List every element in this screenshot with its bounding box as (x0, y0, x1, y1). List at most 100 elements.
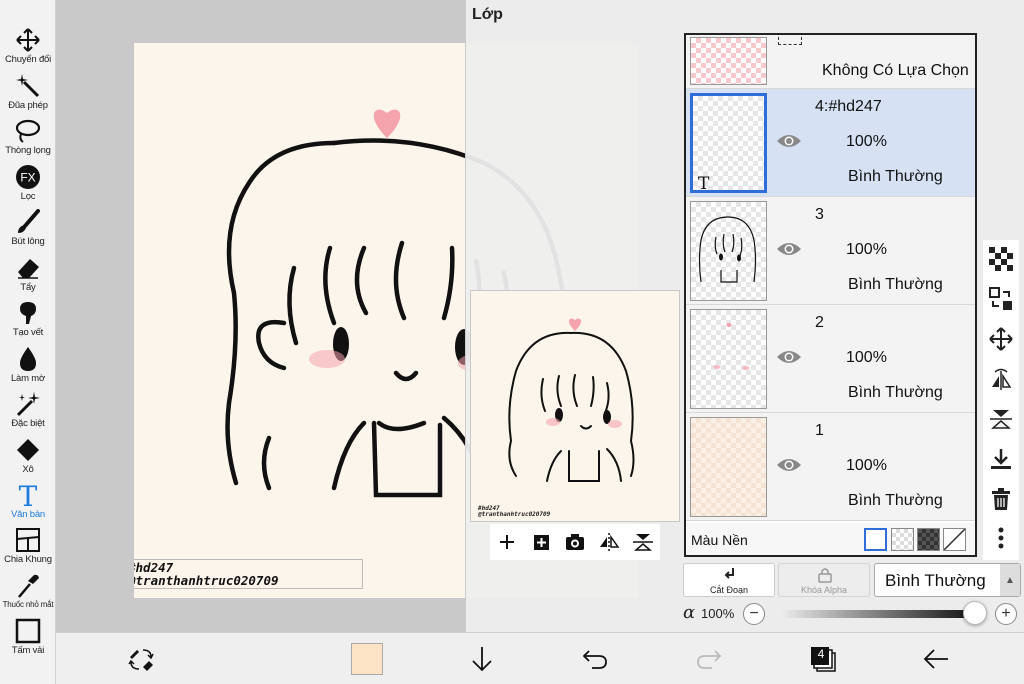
layer-opacity: 100% (846, 241, 887, 258)
blend-mode-select[interactable]: Bình Thường ▲ (874, 563, 1021, 597)
blend-mode-value: Bình Thường (885, 571, 986, 590)
redo-icon (697, 650, 722, 669)
background-color-row: Màu Nền (686, 523, 975, 555)
tool-brush[interactable]: Bút lông (0, 208, 56, 252)
layers-button[interactable]: 4 (807, 643, 839, 675)
flip-vertical-icon[interactable] (631, 530, 655, 554)
tool-bucket[interactable]: Xô (0, 436, 56, 480)
opacity-slider-knob[interactable] (963, 601, 987, 625)
redo-button[interactable] (693, 643, 725, 675)
tool-special[interactable]: Đặc biệt (0, 390, 56, 434)
flip-horizontal-icon[interactable] (597, 530, 621, 554)
layer-row-3[interactable]: 3 100% Bình Thường (686, 197, 975, 305)
text-layer-icon: T (698, 174, 710, 193)
layer-name: 2 (815, 314, 824, 331)
merge-down-icon[interactable] (987, 445, 1015, 473)
alpha-lock-button[interactable]: Khóa Alpha (778, 563, 870, 597)
clipping-label: Cắt Đoạn (709, 585, 749, 595)
checker-icon[interactable] (987, 245, 1015, 273)
layer-actions-bar (490, 524, 660, 560)
bottom-toolbar: 4 (56, 632, 1024, 684)
flip-vertical-layer-icon[interactable] (987, 405, 1015, 433)
layer-name: 3 (815, 206, 824, 223)
caption-text-box[interactable]: #hd247 @tranthanhtruc020709 (134, 559, 363, 589)
visibility-eye-icon[interactable] (776, 457, 802, 473)
opacity-slider[interactable] (779, 610, 975, 618)
undo-icon (582, 650, 607, 669)
layer-blend-mode: Bình Thường (848, 276, 943, 293)
tool-canvas[interactable]: Tấm vải (0, 617, 56, 661)
tool-eraser[interactable]: Tẩy (0, 254, 56, 298)
add-layer-copy-icon[interactable] (529, 530, 553, 554)
tool-filter[interactable]: FX Lọc (0, 163, 56, 207)
tool-label: Đũa phép (8, 100, 48, 111)
bg-white-swatch[interactable] (864, 528, 887, 551)
clipping-button[interactable]: Cắt Đoạn (683, 563, 775, 597)
move-layer-icon[interactable] (987, 325, 1015, 353)
tool-lasso[interactable]: Thòng lọng (0, 117, 56, 161)
frame-divider-icon (16, 528, 40, 552)
selection-thumbnail (690, 37, 767, 85)
layer-blend-mode: Bình Thường (848, 168, 943, 185)
lasso-icon (15, 119, 41, 143)
layer-swap-icon[interactable] (987, 285, 1015, 313)
tool-smudge[interactable]: Tạo vết (0, 299, 56, 343)
tool-label: Làm mờ (10, 373, 46, 384)
layer-list[interactable]: Không Có Lựa Chọn T 4:#hd247 100% Bình T… (684, 33, 977, 557)
alpha-lock-label: Khóa Alpha (800, 585, 848, 595)
layer-thumbnail (690, 309, 767, 409)
tool-text[interactable]: T Văn bản (0, 481, 56, 525)
opacity-decrease-button[interactable]: − (743, 603, 765, 625)
tool-magic-wand[interactable]: Đũa phép (0, 72, 56, 116)
layer-thumbnail (690, 201, 767, 301)
opacity-value: 100% (701, 606, 735, 621)
bucket-icon (17, 439, 39, 461)
tool-label: Xô (22, 464, 34, 475)
tool-label: Đặc biệt (11, 418, 45, 429)
add-layer-icon[interactable] (495, 530, 519, 554)
visibility-eye-icon[interactable] (776, 241, 802, 257)
visibility-eye-icon[interactable] (776, 349, 802, 365)
swap-tools-button[interactable] (125, 643, 157, 675)
caption-line-2: @tranthanhtruc020709 (134, 573, 279, 588)
bg-transparent-swatch[interactable] (891, 528, 914, 551)
back-button[interactable] (920, 643, 952, 675)
undo-button[interactable] (579, 643, 611, 675)
more-options-icon[interactable] (987, 524, 1015, 552)
tool-blur[interactable]: Làm mờ (0, 345, 56, 389)
layers-panel: Lớp #hd247 @tranthanhtruc020709 Không Có… (465, 0, 1024, 632)
fx-icon: FX (16, 165, 40, 189)
layer-row-2[interactable]: 2 100% Bình Thường (686, 305, 975, 413)
tool-label: Thuốc nhỏ mắt (2, 600, 54, 609)
bg-dark-swatch[interactable] (917, 528, 940, 551)
tool-label: Tẩy (20, 282, 36, 293)
canvas-icon (15, 618, 41, 644)
svg-text:FX: FX (20, 171, 35, 185)
tool-label: Tấm vải (11, 645, 45, 656)
layer-row-4[interactable]: T 4:#hd247 100% Bình Thường (686, 89, 975, 197)
tool-label: Tạo vết (12, 327, 44, 338)
visibility-eye-icon[interactable] (776, 133, 802, 149)
camera-icon[interactable] (563, 530, 587, 554)
preview-drawing (508, 318, 635, 482)
rotate-flip-icon[interactable] (987, 365, 1015, 393)
preview-caption-2: @tranthanhtruc020709 (478, 511, 551, 518)
opacity-control: α 100% − + (683, 600, 1021, 628)
lock-icon (818, 568, 832, 583)
trash-icon[interactable] (987, 485, 1015, 513)
tool-eyedropper[interactable]: Thuốc nhỏ mắt (0, 572, 56, 616)
selection-layer-row[interactable]: Không Có Lựa Chọn (686, 35, 975, 89)
special-icon (16, 392, 40, 417)
current-color-swatch[interactable] (351, 643, 383, 675)
down-arrow-button[interactable] (466, 643, 498, 675)
tool-label: Chuyển đổi (4, 54, 52, 65)
layer-row-1[interactable]: 1 100% Bình Thường (686, 413, 975, 521)
opacity-increase-button[interactable]: + (995, 603, 1017, 625)
tool-label: Thòng lọng (5, 145, 51, 156)
smudge-icon (20, 302, 36, 324)
no-selection-label: Không Có Lựa Chọn (822, 62, 969, 79)
tool-transform[interactable]: Chuyển đổi (0, 26, 56, 70)
tool-frame-divider[interactable]: Chia Khung (0, 526, 56, 570)
bg-none-swatch[interactable] (943, 528, 966, 551)
clipping-arrow-icon (724, 568, 734, 579)
